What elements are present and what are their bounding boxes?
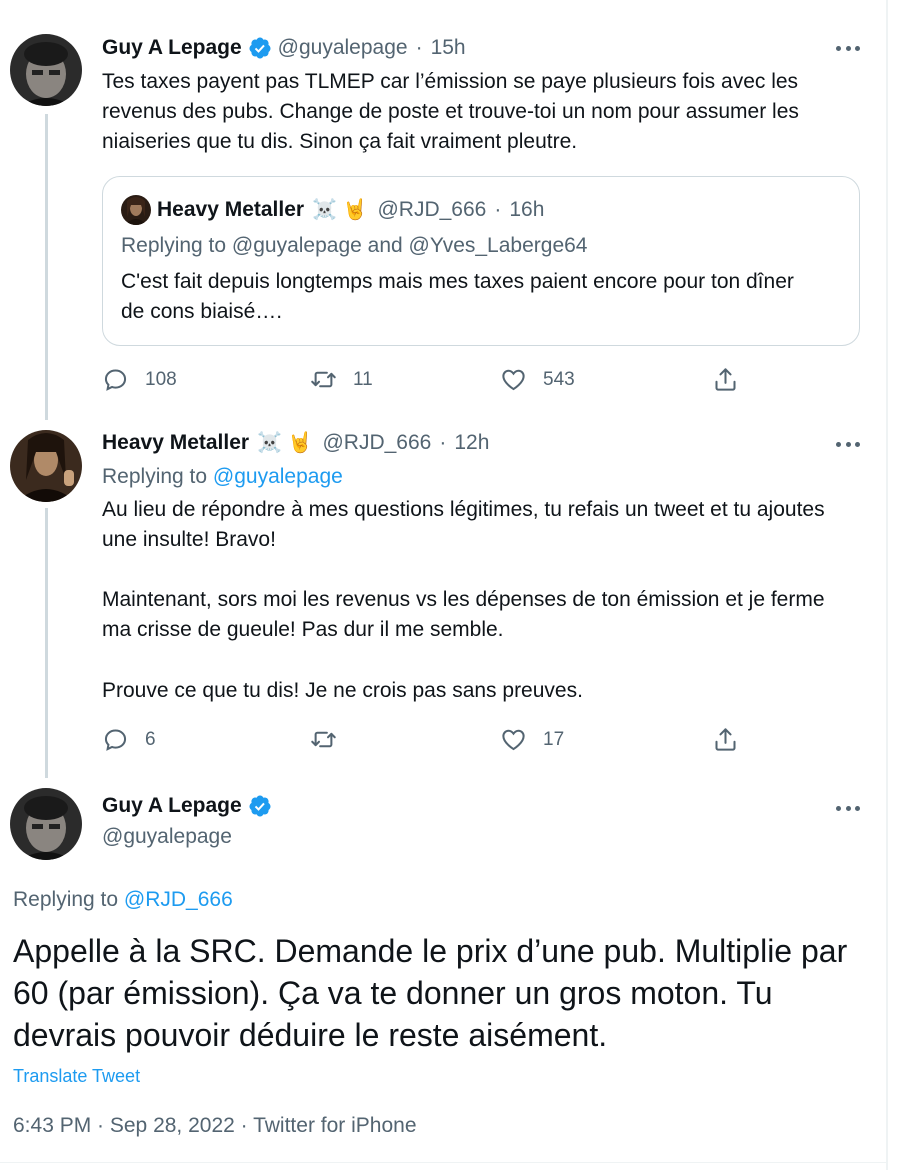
- separator-dot: ·: [494, 197, 502, 221]
- replying-to-link[interactable]: @guyalepage: [213, 465, 343, 488]
- share-icon: [715, 368, 736, 391]
- avatar-guyalepage[interactable]: [10, 788, 82, 860]
- tweet-paragraph: Au lieu de répondre à mes questions légi…: [102, 498, 825, 551]
- tweet-text: Tes taxes payent pas TLMEP car l’émissio…: [102, 70, 799, 153]
- avatar-guyalepage[interactable]: [10, 34, 82, 106]
- replying-line: Replying to @RJD_666: [13, 885, 233, 915]
- reply-button[interactable]: 108: [102, 366, 177, 393]
- replying-prefix: Replying to: [13, 888, 119, 911]
- quoted-text: C'est fait depuis longtemps mais mes tax…: [121, 270, 794, 323]
- main-tweet-header: Guy A Lepage: [102, 794, 278, 818]
- verified-badge-icon: [249, 37, 271, 59]
- quoted-time: 16h: [509, 197, 545, 221]
- quoted-tweet[interactable]: Heavy Metaller ☠️ 🤘 @RJD_666 · 16h Reply…: [102, 176, 860, 346]
- share-button[interactable]: [712, 366, 755, 393]
- retweet-icon: [311, 731, 336, 748]
- reply-count: 6: [145, 728, 156, 750]
- share-button[interactable]: [712, 726, 755, 753]
- like-count: 543: [543, 368, 575, 390]
- translate-tweet-link[interactable]: Translate Tweet: [13, 1066, 140, 1087]
- tweet-time[interactable]: 15h: [431, 36, 466, 60]
- tweet-paragraph: Maintenant, sors moi les revenus vs les …: [102, 588, 825, 641]
- twitter-thread: Guy A Lepage @guyalepage · 15h Tes taxes…: [0, 0, 888, 1170]
- like-button[interactable]: 17: [500, 726, 564, 753]
- tweet-timestamp[interactable]: 6:43 PM · Sep 28, 2022 · Twitter for iPh…: [13, 1114, 417, 1138]
- separator-dot: ·: [415, 36, 423, 59]
- retweet-count: 11: [353, 368, 373, 390]
- author-name[interactable]: Guy A Lepage: [102, 794, 242, 818]
- like-button[interactable]: 543: [500, 366, 575, 393]
- separator-dot: ·: [439, 430, 447, 454]
- main-tweet-handle-row: @guyalepage: [102, 825, 232, 849]
- quoted-author-name: Heavy Metaller: [157, 197, 305, 221]
- replying-line: Replying to @guyalepage: [102, 462, 343, 492]
- tweet-paragraph: Prouve ce que tu dis! Je ne crois pas sa…: [102, 679, 583, 702]
- author-handle[interactable]: @guyalepage: [102, 825, 232, 849]
- avatar-rjd666[interactable]: [10, 430, 82, 502]
- verified-badge-icon: [249, 795, 271, 817]
- quoted-author-handle: @RJD_666: [377, 197, 487, 221]
- retweet-icon: [311, 371, 336, 388]
- replying-to-link[interactable]: @RJD_666: [124, 888, 233, 911]
- author-emoji: ☠️ 🤘: [257, 432, 313, 454]
- retweet-button[interactable]: [310, 726, 353, 753]
- more-options-icon[interactable]: [834, 36, 862, 60]
- replying-prefix: Replying to: [121, 234, 227, 257]
- reply-button[interactable]: 6: [102, 726, 156, 753]
- more-options-icon[interactable]: [834, 432, 862, 456]
- tweet-time[interactable]: 12h: [454, 431, 489, 455]
- divider: [0, 1162, 886, 1163]
- heart-icon: [502, 729, 525, 751]
- page-edge-divider: [886, 0, 888, 1170]
- thread-connector: [45, 508, 48, 778]
- reply-icon: [104, 729, 127, 751]
- reply-icon: [104, 369, 127, 391]
- more-options-icon[interactable]: [834, 796, 862, 820]
- like-count: 17: [543, 728, 565, 750]
- thread-connector: [45, 114, 48, 420]
- replying-prefix: Replying to: [102, 465, 208, 488]
- heart-icon: [502, 369, 525, 391]
- author-name[interactable]: Guy A Lepage: [102, 36, 242, 60]
- main-tweet-text: Appelle à la SRC. Demande le prix d’une …: [13, 933, 848, 1053]
- retweet-button[interactable]: 11: [310, 366, 373, 393]
- tweet1-header: Guy A Lepage @guyalepage · 15h: [102, 36, 466, 60]
- author-handle[interactable]: @guyalepage: [278, 36, 408, 60]
- tweet2-header: Heavy Metaller ☠️ 🤘 @RJD_666 · 12h: [102, 430, 489, 455]
- author-name[interactable]: Heavy Metaller: [102, 431, 249, 455]
- replying-to-users: @guyalepage and @Yves_Laberge64: [231, 234, 588, 257]
- author-handle[interactable]: @RJD_666: [322, 431, 431, 455]
- share-icon: [715, 728, 736, 751]
- quoted-header: Heavy Metaller ☠️ 🤘 @RJD_666 · 16h: [157, 197, 544, 222]
- quoted-replying-line: Replying to @guyalepage and @Yves_Laberg…: [121, 231, 587, 261]
- avatar-rjd666-small: [121, 195, 151, 225]
- reply-count: 108: [145, 368, 177, 390]
- quoted-author-emoji: ☠️ 🤘: [312, 199, 368, 221]
